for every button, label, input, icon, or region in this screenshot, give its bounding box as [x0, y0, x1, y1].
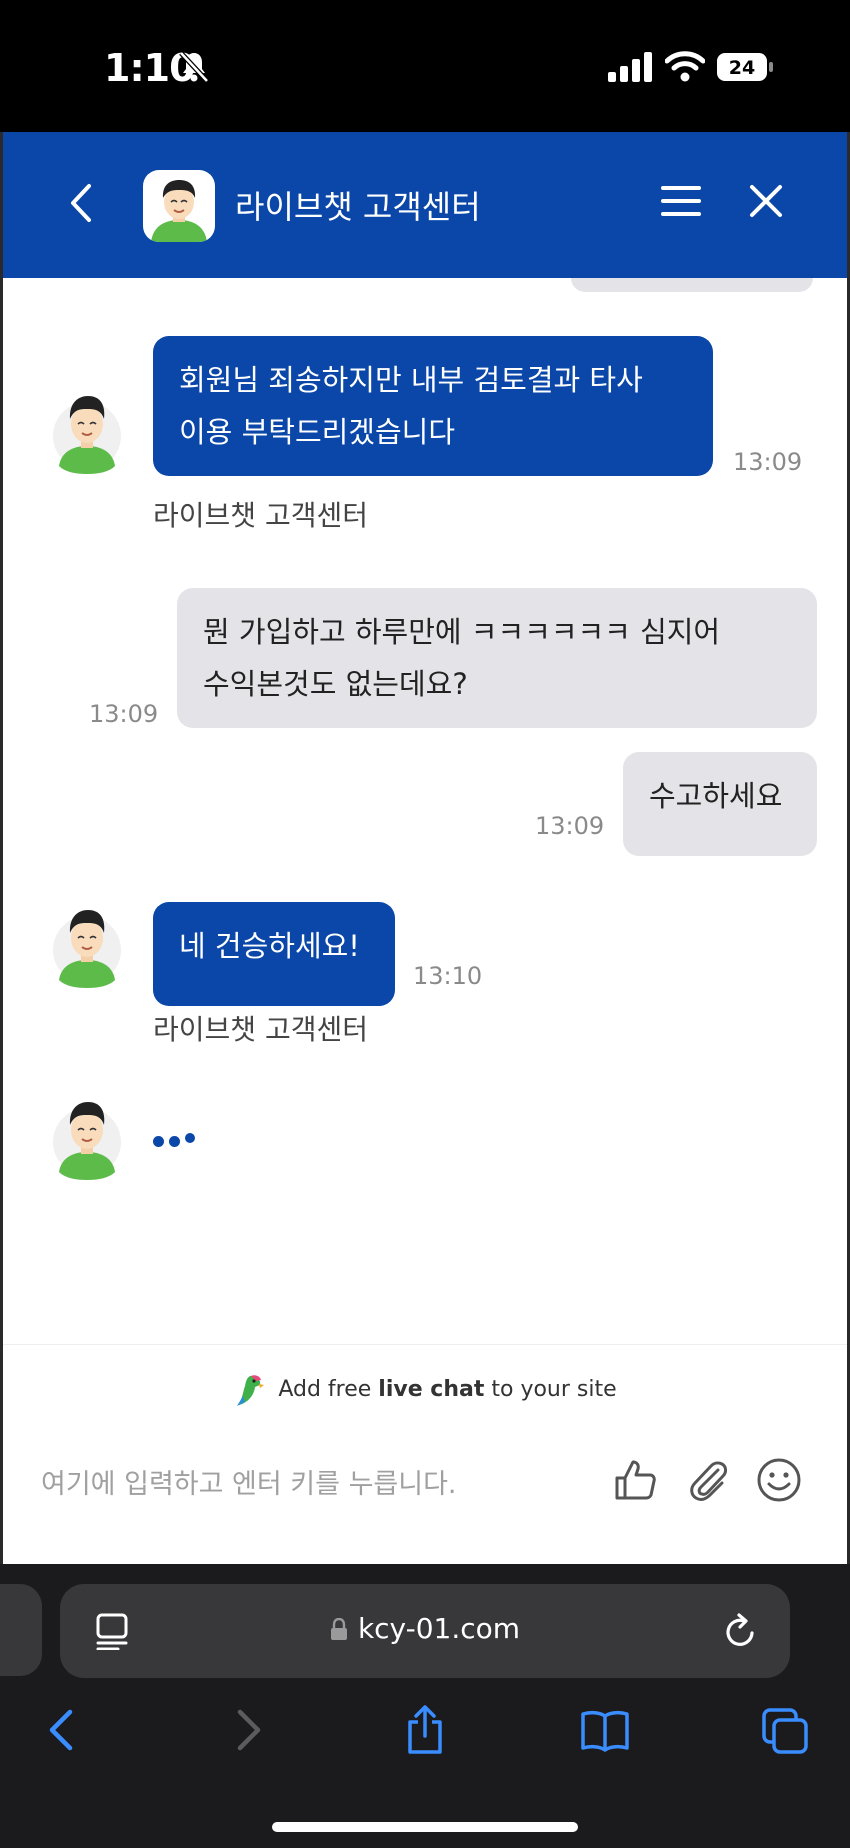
- parrot-logo-icon: [237, 1375, 265, 1406]
- url-text: kcy-01.com: [357, 1612, 521, 1645]
- reload-icon[interactable]: [722, 1612, 760, 1650]
- promo-prefix: Add free: [278, 1377, 379, 1402]
- divider: [3, 1344, 847, 1345]
- menu-icon[interactable]: [659, 182, 703, 220]
- message-line: 회원님 죄송하지만 내부 검토결과 타사: [179, 363, 643, 397]
- address-bar[interactable]: kcy-01.com: [60, 1584, 790, 1678]
- sender-name: 라이브챗 고객센터: [153, 499, 368, 532]
- paperclip-icon[interactable]: [685, 1456, 733, 1504]
- sender-name: 라이브챗 고객센터: [153, 1013, 368, 1046]
- chat-widget: 라이브챗 고객센터 회원님 죄송하지만 내부 검토결과 타사 이용 부탁드리겠습…: [0, 132, 850, 1564]
- home-indicator: [272, 1822, 578, 1832]
- status-bar: 1:10 24: [0, 0, 850, 130]
- message-line: 뭔 가입하고 하루만에 ㅋㅋㅋㅋㅋㅋ 심지어: [203, 615, 721, 649]
- agent-avatar: [53, 1102, 121, 1180]
- battery-icon: 24: [717, 53, 773, 81]
- smiley-icon[interactable]: [755, 1456, 803, 1504]
- browser-toolbar: kcy-01.com: [0, 1564, 850, 1848]
- user-message-bubble: 뭔 가입하고 하루만에 ㅋㅋㅋㅋㅋㅋ 심지어 수익본것도 없는데요?: [177, 588, 817, 728]
- bookmarks-icon[interactable]: [580, 1704, 630, 1756]
- message-line: 이용 부탁드리겠습니다: [179, 415, 456, 449]
- message-text: 네 건승하세요!: [179, 929, 360, 963]
- back-icon[interactable]: [61, 180, 101, 226]
- previous-tab-preview[interactable]: [0, 1584, 42, 1676]
- browser-forward-icon[interactable]: [222, 1704, 272, 1756]
- cellular-signal-icon: [608, 52, 652, 82]
- typing-indicator: [153, 1132, 200, 1151]
- promo-suffix: to your site: [484, 1377, 617, 1402]
- user-message-bubble: 수고하세요: [623, 752, 817, 856]
- message-input[interactable]: [41, 1456, 561, 1512]
- bell-muted-icon: [179, 51, 209, 83]
- message-line: 수익본것도 없는데요?: [203, 667, 468, 701]
- browser-back-icon[interactable]: [38, 1704, 88, 1756]
- agent-avatar: [53, 910, 121, 988]
- url-display: kcy-01.com: [60, 1612, 790, 1645]
- chat-title: 라이브챗 고객센터: [235, 188, 481, 226]
- battery-level: 24: [729, 57, 755, 79]
- tabs-icon[interactable]: [760, 1704, 810, 1756]
- message-text: 수고하세요: [649, 779, 783, 813]
- message-time: 13:09: [733, 448, 803, 476]
- message-time: 13:09: [89, 700, 159, 728]
- share-icon[interactable]: [400, 1704, 450, 1756]
- agent-message-bubble: 회원님 죄송하지만 내부 검토결과 타사 이용 부탁드리겠습니다: [153, 336, 713, 476]
- agent-avatar: [143, 170, 215, 242]
- message-composer: [3, 1448, 847, 1528]
- message-time: 13:09: [535, 812, 605, 840]
- agent-message-bubble: 네 건승하세요!: [153, 902, 395, 1006]
- promo-link[interactable]: Add free live chat to your site: [3, 1372, 847, 1408]
- previous-message-bubble: [571, 278, 813, 292]
- message-time: 13:10: [413, 962, 483, 990]
- chat-header: 라이브챗 고객센터: [3, 132, 847, 278]
- close-icon[interactable]: [747, 182, 785, 220]
- thumbs-up-icon[interactable]: [611, 1456, 659, 1504]
- wifi-icon: [665, 51, 705, 82]
- promo-bold: live chat: [378, 1377, 485, 1402]
- lock-icon: [330, 1618, 347, 1640]
- agent-avatar: [53, 396, 121, 474]
